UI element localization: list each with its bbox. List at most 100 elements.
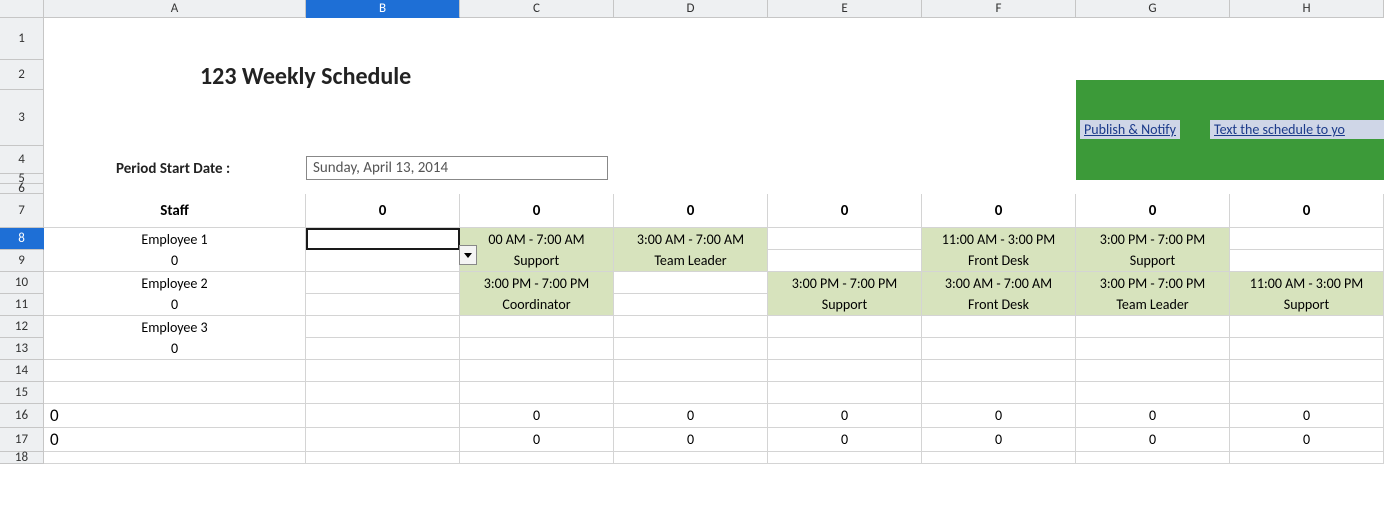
shift-role-2-1[interactable]	[460, 338, 614, 360]
cell-H14[interactable]	[1230, 360, 1384, 382]
employee-name-2[interactable]: Employee 3	[44, 316, 306, 338]
row-header-7[interactable]: 7	[0, 194, 44, 228]
column-header-D[interactable]: D	[614, 0, 768, 18]
total-B-16[interactable]	[306, 404, 460, 428]
total-D-16[interactable]: 0	[614, 404, 768, 428]
day-header-1[interactable]: 0	[460, 194, 614, 228]
cell-A15[interactable]	[44, 382, 306, 404]
shift-time-0-3[interactable]	[768, 228, 922, 250]
employee-sub-0[interactable]: 0	[44, 250, 306, 272]
shift-role-0-4[interactable]: Front Desk	[922, 250, 1076, 272]
shift-time-1-1[interactable]: 3:00 PM - 7:00 PM	[460, 272, 614, 294]
cell-A1[interactable]	[44, 18, 306, 60]
cell-C15[interactable]	[460, 382, 614, 404]
row-header-15[interactable]: 15	[0, 382, 44, 404]
day-header-6[interactable]: 0	[1230, 194, 1384, 228]
cell-F2[interactable]	[922, 60, 1076, 90]
select-all-corner[interactable]	[0, 0, 44, 18]
total-H-16[interactable]: 0	[1230, 404, 1384, 428]
row-header-14[interactable]: 14	[0, 360, 44, 382]
shift-time-0-2[interactable]: 3:00 AM - 7:00 AM	[614, 228, 768, 250]
shift-time-2-2[interactable]	[614, 316, 768, 338]
day-header-3[interactable]: 0	[768, 194, 922, 228]
row-header-2[interactable]: 2	[0, 60, 44, 90]
cell-B6[interactable]	[306, 184, 460, 194]
total-E-16[interactable]: 0	[768, 404, 922, 428]
cell-E2[interactable]	[768, 60, 922, 90]
shift-role-0-6[interactable]	[1230, 250, 1384, 272]
shift-time-1-5[interactable]: 3:00 PM - 7:00 PM	[1076, 272, 1230, 294]
shift-role-2-5[interactable]	[1076, 338, 1230, 360]
cell-F18[interactable]	[922, 452, 1076, 464]
shift-time-1-6[interactable]: 11:00 AM - 3:00 PM	[1230, 272, 1384, 294]
cell-F1[interactable]	[922, 18, 1076, 60]
column-header-H[interactable]: H	[1230, 0, 1384, 18]
staff-header[interactable]: Staff	[44, 194, 306, 228]
employee-sub-1[interactable]: 0	[44, 294, 306, 316]
shift-role-1-0[interactable]	[306, 294, 460, 316]
shift-role-2-6[interactable]	[1230, 338, 1384, 360]
total-H-17[interactable]: 0	[1230, 428, 1384, 452]
cell-C14[interactable]	[460, 360, 614, 382]
employee-name-1[interactable]: Employee 2	[44, 272, 306, 294]
cell-C6[interactable]	[460, 184, 614, 194]
cell-dropdown-button[interactable]	[459, 245, 477, 265]
cell-B3[interactable]	[306, 90, 460, 146]
total-F-17[interactable]: 0	[922, 428, 1076, 452]
row-header-4[interactable]: 4	[0, 146, 44, 174]
shift-role-1-5[interactable]: Team Leader	[1076, 294, 1230, 316]
row-header-18[interactable]: 18	[0, 452, 44, 464]
day-header-0[interactable]: 0	[306, 194, 460, 228]
shift-time-1-3[interactable]: 3:00 PM - 7:00 PM	[768, 272, 922, 294]
cell-C18[interactable]	[460, 452, 614, 464]
cell-E3[interactable]	[768, 90, 922, 146]
shift-role-0-3[interactable]	[768, 250, 922, 272]
shift-role-0-5[interactable]: Support	[1076, 250, 1230, 272]
cell-F4[interactable]	[922, 146, 1076, 174]
cell-D18[interactable]	[614, 452, 768, 464]
active-cell[interactable]	[306, 228, 460, 250]
cell-G15[interactable]	[1076, 382, 1230, 404]
shift-time-0-4[interactable]: 11:00 AM - 3:00 PM	[922, 228, 1076, 250]
shift-time-1-0[interactable]	[306, 272, 460, 294]
cell-D2[interactable]	[614, 60, 768, 90]
column-header-F[interactable]: F	[922, 0, 1076, 18]
shift-time-0-6[interactable]	[1230, 228, 1384, 250]
cell-A14[interactable]	[44, 360, 306, 382]
total-E-17[interactable]: 0	[768, 428, 922, 452]
row-header-10[interactable]: 10	[0, 272, 44, 294]
row-header-13[interactable]: 13	[0, 338, 44, 360]
cell-E14[interactable]	[768, 360, 922, 382]
shift-time-2-1[interactable]	[460, 316, 614, 338]
cell-E6[interactable]	[768, 184, 922, 194]
column-header-C[interactable]: C	[460, 0, 614, 18]
shift-time-2-5[interactable]	[1076, 316, 1230, 338]
cell-D15[interactable]	[614, 382, 768, 404]
employee-sub-2[interactable]: 0	[44, 338, 306, 360]
total-B-17[interactable]	[306, 428, 460, 452]
employee-name-0[interactable]: Employee 1	[44, 228, 306, 250]
cell-D1[interactable]	[614, 18, 768, 60]
cell-B15[interactable]	[306, 382, 460, 404]
cell-H15[interactable]	[1230, 382, 1384, 404]
total-A-16[interactable]: 0	[44, 404, 306, 428]
shift-role-1-3[interactable]: Support	[768, 294, 922, 316]
column-header-B[interactable]: B	[306, 0, 460, 18]
column-header-G[interactable]: G	[1076, 0, 1230, 18]
period-start-date-input[interactable]: Sunday, April 13, 2014	[306, 156, 608, 180]
cell-F5[interactable]	[922, 174, 1076, 184]
cell-D3[interactable]	[614, 90, 768, 146]
row-header-11[interactable]: 11	[0, 294, 44, 316]
shift-time-2-3[interactable]	[768, 316, 922, 338]
cell-E1[interactable]	[768, 18, 922, 60]
shift-time-0-5[interactable]: 3:00 PM - 7:00 PM	[1076, 228, 1230, 250]
total-G-16[interactable]: 0	[1076, 404, 1230, 428]
shift-role-1-2[interactable]	[614, 294, 768, 316]
cell-A3[interactable]	[44, 90, 306, 146]
cell-F6[interactable]	[922, 184, 1076, 194]
cell-C1[interactable]	[460, 18, 614, 60]
day-header-4[interactable]: 0	[922, 194, 1076, 228]
cell-E15[interactable]	[768, 382, 922, 404]
cell-F3[interactable]	[922, 90, 1076, 146]
shift-role-1-1[interactable]: Coordinator	[460, 294, 614, 316]
